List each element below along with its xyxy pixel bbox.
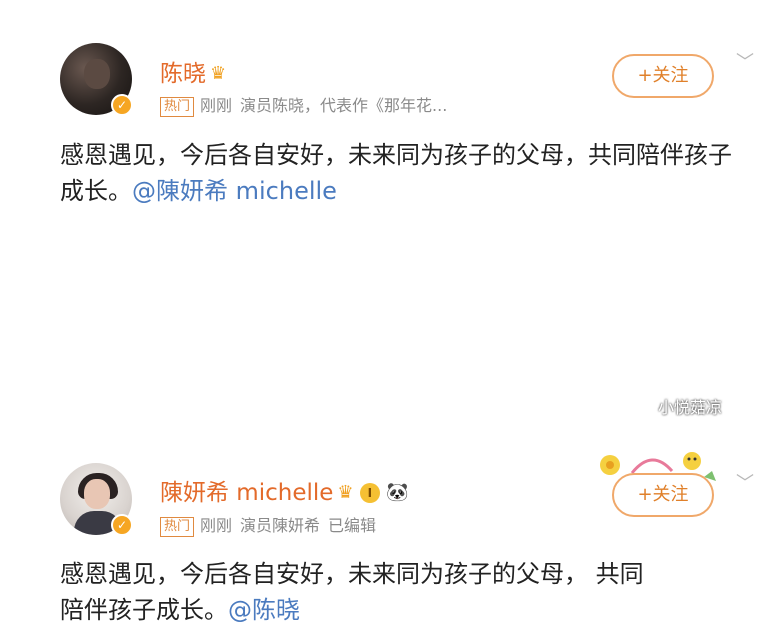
panda-icon: 🐼 xyxy=(386,482,409,503)
post-text-line2-text: 陪伴孩子成长。 xyxy=(60,596,228,624)
avatar-face xyxy=(84,479,110,509)
post-time: 刚刚 xyxy=(200,516,233,535)
post-meta: 热门 刚刚 演员陈晓，代表作《那年花... xyxy=(160,92,447,117)
author-name-text[interactable]: 陳妍希 michelle xyxy=(160,480,333,506)
mention-link[interactable]: @陳妍希 michelle xyxy=(132,177,337,205)
weibo-post-chenyanxi: ✓ 陳妍希 michelle ♛ I 🐼 热门 刚刚 演员陳妍希 已编辑 +关注 ﹀ 感恩遇… xyxy=(0,215,768,624)
weibo-post-chenxiao: ✓ 陈晓 ♛ 热门 刚刚 演员陈晓，代表作《那年花... +关注 ﹀ 感恩遇见，今后各… xyxy=(0,0,768,215)
follow-button[interactable]: +关注 xyxy=(612,54,714,98)
verified-icon: ✓ xyxy=(111,514,133,536)
post-meta: 热门 刚刚 演员陳妍希 已编辑 xyxy=(160,512,376,537)
post-time: 刚刚 xyxy=(200,96,233,115)
post-text-line2: 陪伴孩子成长。@陈晓 xyxy=(60,592,750,628)
author-desc: 演员陈晓，代表作《那年花... xyxy=(240,96,448,115)
avatar-face xyxy=(84,59,110,89)
author-desc: 演员陳妍希 xyxy=(240,516,321,535)
post-content: 感恩遇见，今后各自安好，未来同为孩子的父母， 共同 陪伴孩子成长。@陈晓 xyxy=(60,556,750,628)
hot-tag: 热门 xyxy=(160,97,195,117)
edited-label: 已编辑 xyxy=(328,516,377,535)
watermark: 小悦菇凉 xyxy=(658,398,723,417)
chevron-down-icon[interactable]: ﹀ xyxy=(736,48,754,74)
author-name[interactable]: 陳妍希 michelle ♛ I 🐼 xyxy=(160,473,408,507)
follow-button[interactable]: +关注 xyxy=(612,473,714,517)
author-name-text[interactable]: 陈晓 xyxy=(160,61,206,87)
crown-icon: ♛ xyxy=(210,63,227,84)
mention-link[interactable]: @陈晓 xyxy=(228,596,300,624)
crown-icon: ♛ xyxy=(337,482,354,503)
chevron-down-icon[interactable]: ﹀ xyxy=(736,469,754,495)
author-name[interactable]: 陈晓 ♛ xyxy=(160,54,226,88)
post-text-line1: 感恩遇见，今后各自安好，未来同为孩子的父母， 共同 xyxy=(60,560,644,588)
hot-tag: 热门 xyxy=(160,517,195,537)
verified-icon: ✓ xyxy=(111,94,133,116)
post-content: 感恩遇见，今后各自安好，未来同为孩子的父母，共同陪伴孩子成长。@陳妍希 mich… xyxy=(60,137,750,209)
vip-badge-icon: I xyxy=(359,483,381,503)
